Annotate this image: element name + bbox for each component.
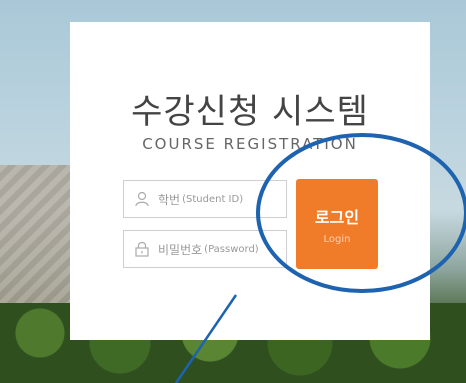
password-field[interactable]: 비밀번호 (Password)	[123, 230, 287, 268]
page-subtitle: COURSE REGISTRATION	[142, 135, 358, 153]
password-label: 비밀번호	[158, 242, 203, 257]
login-card: 수강신청 시스템 COURSE REGISTRATION 학번 (Student…	[70, 22, 430, 340]
password-label-en: Password	[208, 243, 255, 255]
student-id-label-en: Student ID	[186, 193, 240, 205]
login-button[interactable]: 로그인 Login	[296, 179, 378, 269]
login-button-label: 로그인	[314, 207, 360, 227]
user-icon	[134, 191, 150, 207]
lock-icon	[134, 241, 150, 257]
student-id-field[interactable]: 학번 (Student ID)	[123, 180, 287, 218]
background-building	[0, 165, 80, 305]
login-button-sublabel: Login	[323, 233, 351, 245]
student-id-label: 학번	[158, 192, 181, 207]
page-title: 수강신청 시스템	[131, 92, 369, 132]
